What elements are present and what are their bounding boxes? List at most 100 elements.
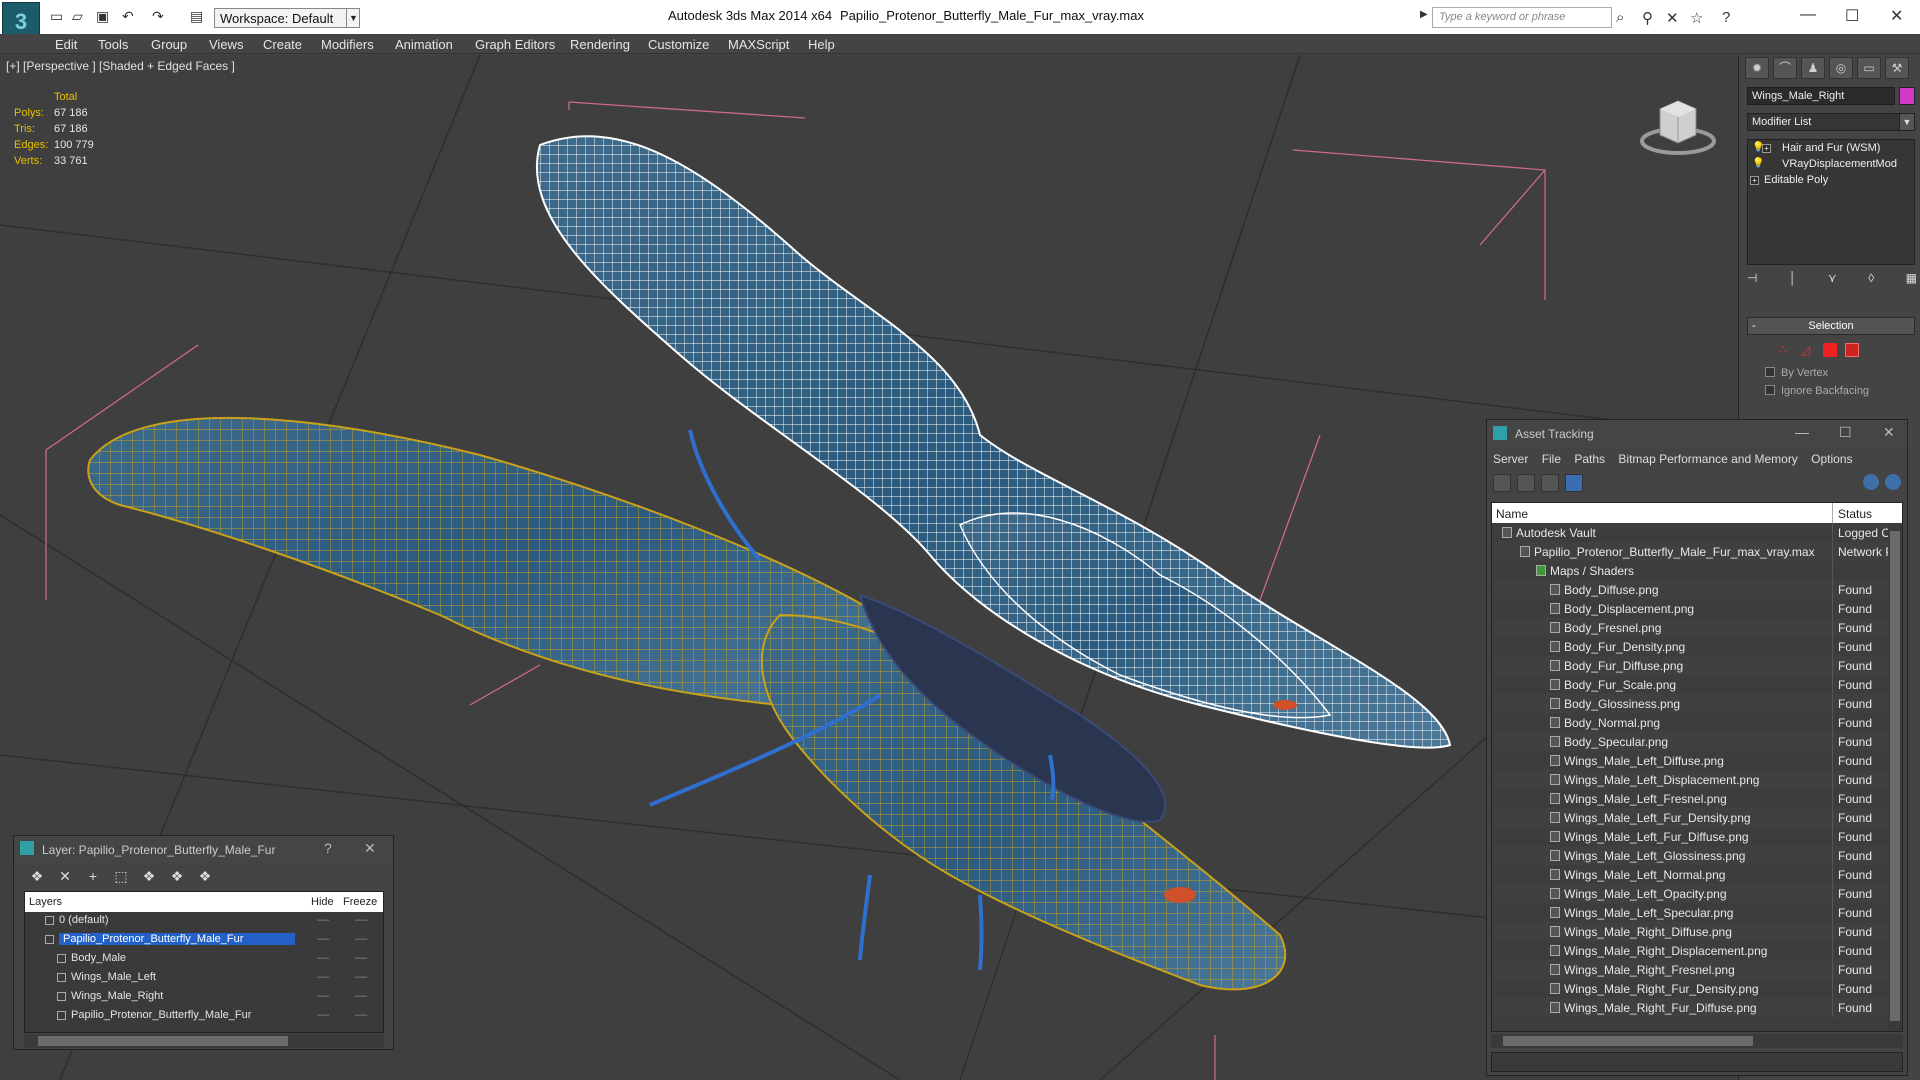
favorites-star-icon[interactable]: ☆ [1690,9,1703,27]
asset-row[interactable]: Body_Displacement.png Found [1492,599,1888,618]
col-layers[interactable]: Layers [29,896,62,908]
scrollbar-thumb[interactable] [1890,531,1900,1021]
table-view-icon[interactable] [1565,474,1583,492]
menu-modifiers[interactable]: Modifiers [321,37,374,52]
ignore-backfacing-checkbox[interactable]: Ignore Backfacing [1765,385,1869,397]
menu-group[interactable]: Group [151,37,187,52]
highlight-selected-icon[interactable]: ❖ [140,868,158,884]
make-unique-icon[interactable]: ⋎ [1828,271,1837,293]
menu-paths[interactable]: Paths [1574,452,1605,466]
layer-row[interactable]: 0 (default) –– –– [25,912,383,930]
stack-item[interactable]: 💡 VRayDisplacementMod [1748,158,1914,173]
menu-animation[interactable]: Animation [395,37,453,52]
search-expand-icon[interactable]: ▶ [1420,9,1430,20]
asset-row[interactable]: Autodesk Vault Logged O [1492,523,1888,542]
modifier-list-dropdown-icon[interactable]: ▼ [1899,113,1915,131]
project-folder-icon[interactable]: ▤ [190,8,203,25]
col-name[interactable]: Name [1496,507,1528,521]
close-icon[interactable]: ✕ [1890,6,1903,26]
close-icon[interactable]: ✕ [364,840,376,857]
motion-tab-icon[interactable]: ◎ [1829,57,1853,79]
menu-server[interactable]: Server [1493,452,1528,466]
layer-row[interactable]: Papilio_Protenor_Butterfly_Male_Fur –– –– [25,931,383,949]
maximize-icon[interactable]: ☐ [1839,424,1852,441]
asset-row[interactable]: Wings_Male_Left_Fur_Diffuse.png Found [1492,827,1888,846]
menu-customize[interactable]: Customize [648,37,709,52]
layer-row[interactable]: Wings_Male_Left –– –– [25,969,383,987]
scrollbar-thumb[interactable] [1503,1036,1753,1046]
layer-row[interactable]: Body_Male –– –– [25,950,383,968]
create-layer-icon[interactable]: ❖ [28,868,46,884]
minimize-icon[interactable]: — [1800,6,1816,24]
open-file-icon[interactable]: ▱ [72,8,83,25]
thumbnail-view-icon[interactable] [1541,474,1559,492]
viewport-label[interactable]: [+] [Perspective ] [Shaded + Edged Faces… [6,59,235,73]
hide-toggle[interactable]: –– [317,914,329,926]
asset-row[interactable]: Body_Diffuse.png Found [1492,580,1888,599]
asset-row[interactable]: Wings_Male_Right_Diffuse.png Found [1492,922,1888,941]
show-end-result-icon[interactable]: │ [1789,271,1797,293]
edge-icon[interactable]: ◿ [1801,343,1815,357]
search-input[interactable]: Type a keyword or phrase [1432,7,1612,28]
asset-tracking-titlebar[interactable]: Asset Tracking — ☐ ✕ [1487,420,1907,448]
asset-row[interactable]: Wings_Male_Right_Fresnel.png Found [1492,960,1888,979]
freeze-toggle[interactable]: –– [355,914,367,926]
pin-stack-icon[interactable]: ⊣ [1747,271,1757,293]
new-file-icon[interactable]: ▭ [50,8,63,25]
remove-modifier-icon[interactable]: ◊ [1868,271,1874,293]
expand-icon[interactable]: + [1762,144,1771,153]
by-vertex-checkbox[interactable]: By Vertex [1765,367,1828,379]
col-freeze[interactable]: Freeze [343,896,377,908]
horizontal-scrollbar[interactable] [1491,1034,1903,1048]
hide-toggle[interactable]: –– [317,933,329,945]
hide-toggle[interactable]: –– [317,1009,329,1021]
expand-icon[interactable]: + [1750,176,1759,185]
configure-modifier-sets-icon[interactable]: ▦ [1906,271,1917,293]
asset-row[interactable]: Wings_Male_Right_Fur_Density.png Found [1492,979,1888,998]
stack-item[interactable]: + Editable Poly [1748,174,1914,189]
workspace-select[interactable]: Workspace: Default [214,8,360,28]
modifier-list-select[interactable]: Modifier List [1747,113,1907,131]
freeze-all-icon[interactable]: ❖ [196,868,214,884]
minimize-icon[interactable]: — [1795,424,1809,440]
horizontal-scrollbar[interactable] [24,1034,384,1048]
display-tab-icon[interactable]: ▭ [1857,57,1881,79]
help-icon[interactable]: ? [324,840,332,856]
asset-row[interactable]: Wings_Male_Left_Normal.png Found [1492,865,1888,884]
menu-help[interactable]: Help [808,37,835,52]
polygon-icon[interactable] [1823,343,1837,357]
col-status[interactable]: Status [1838,507,1872,521]
object-name-field[interactable]: Wings_Male_Right [1747,87,1895,105]
asset-row[interactable]: Wings_Male_Left_Specular.png Found [1492,903,1888,922]
menu-graph-editors[interactable]: Graph Editors [475,37,555,52]
asset-row[interactable]: Body_Fur_Density.png Found [1492,637,1888,656]
freeze-toggle[interactable]: –– [355,952,367,964]
refresh-icon[interactable] [1493,474,1511,492]
asset-row[interactable]: Maps / Shaders [1492,561,1888,580]
menu-maxscript[interactable]: MAXScript [728,37,789,52]
undo-icon[interactable]: ↶ [122,8,134,25]
menu-rendering[interactable]: Rendering [570,37,630,52]
asset-row[interactable]: Body_Normal.png Found [1492,713,1888,732]
workspace-dropdown-icon[interactable]: ▼ [346,9,360,27]
asset-row[interactable]: Wings_Male_Left_Fur_Density.png Found [1492,808,1888,827]
add-to-layer-icon[interactable]: + [84,868,102,884]
selection-rollout-header[interactable]: - Selection [1747,317,1915,335]
help-icon[interactable] [1863,474,1879,490]
menu-edit[interactable]: Edit [55,37,77,52]
close-icon[interactable]: ✕ [1883,424,1895,441]
list-view-icon[interactable] [1517,474,1535,492]
hierarchy-tab-icon[interactable]: ♟ [1801,57,1825,79]
modify-tab-icon[interactable]: ⌒ [1773,57,1797,79]
redo-icon[interactable]: ↷ [152,8,164,25]
maximize-icon[interactable]: ☐ [1845,6,1859,26]
asset-row[interactable]: Body_Fresnel.png Found [1492,618,1888,637]
layer-manager-titlebar[interactable]: Layer: Papilio_Protenor_Butterfly_Male_F… [14,836,393,862]
select-objects-icon[interactable]: ⬚ [112,868,130,884]
vertex-icon[interactable]: ∴ [1779,343,1793,357]
hide-all-icon[interactable]: ❖ [168,868,186,884]
asset-row[interactable]: Wings_Male_Left_Displacement.png Found [1492,770,1888,789]
vertical-scrollbar[interactable] [1888,523,1902,1031]
asset-row[interactable]: Papilio_Protenor_Butterfly_Male_Fur_max_… [1492,542,1888,561]
menu-tools[interactable]: Tools [98,37,128,52]
